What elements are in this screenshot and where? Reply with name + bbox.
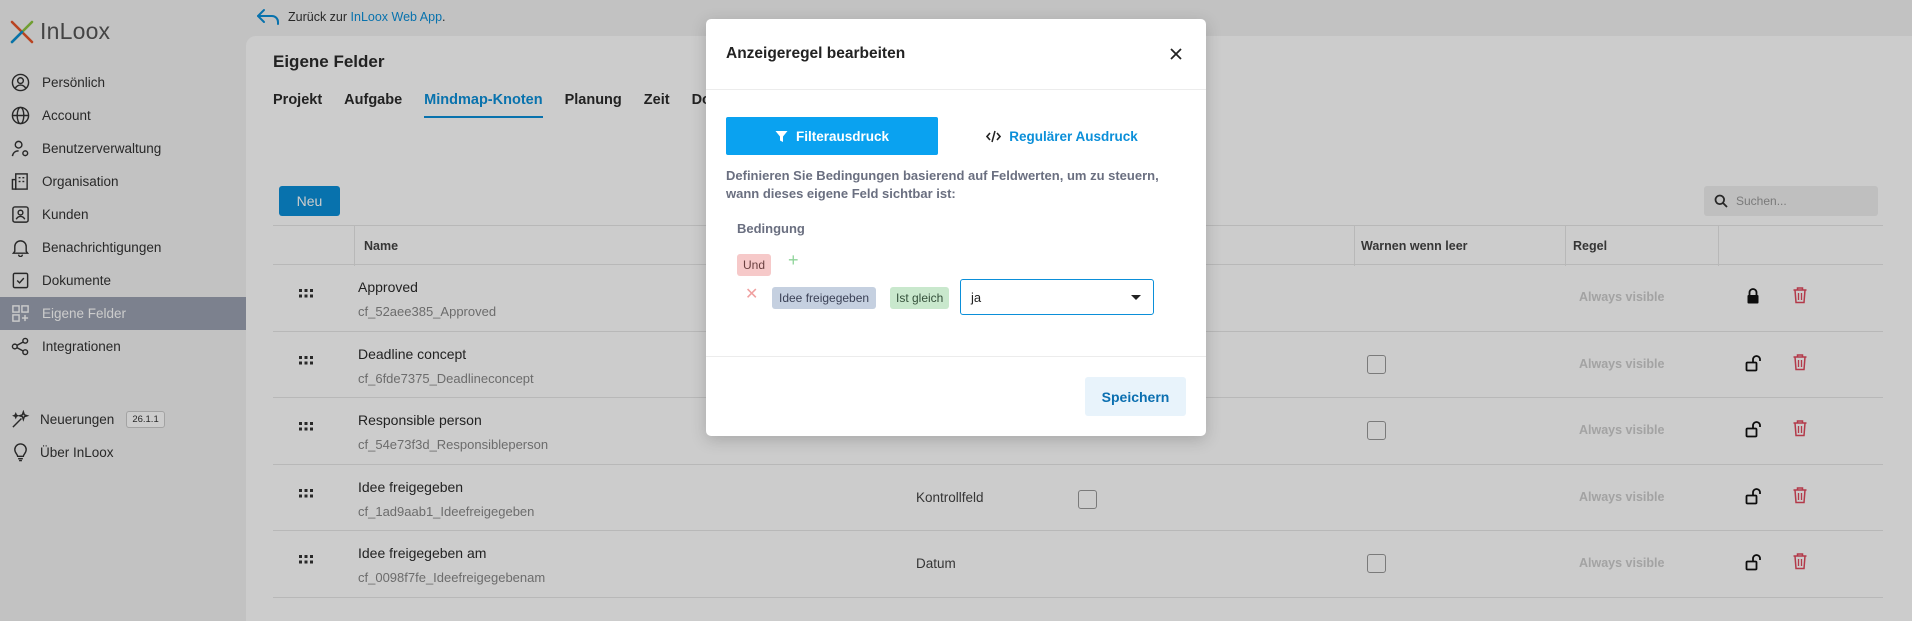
display-rule-dialog: Anzeigeregel bearbeiten Filterausdruck R… [706, 19, 1206, 436]
tab-filter-label: Filterausdruck [795, 128, 890, 144]
close-button[interactable] [1166, 44, 1186, 64]
divider [706, 356, 1206, 357]
condition-label: Bedingung [737, 221, 805, 236]
dialog-title: Anzeigeregel bearbeiten [726, 45, 906, 62]
group-operator-chip[interactable]: Und [737, 254, 772, 276]
remove-condition-icon[interactable]: ✕ [745, 284, 758, 304]
tab-filter-expression[interactable]: Filterausdruck [726, 117, 938, 155]
close-icon [1170, 48, 1182, 60]
condition-value-select[interactable]: ja [960, 279, 1154, 315]
dropdown-caret-icon [1131, 295, 1141, 300]
add-condition-icon[interactable]: + [788, 250, 799, 271]
dialog-description: Definieren Sie Bedingungen basierend auf… [726, 168, 1159, 201]
condition-field-chip[interactable]: Idee freigegeben [772, 287, 877, 309]
code-icon [986, 130, 1002, 142]
condition-value: ja [971, 289, 982, 305]
filter-icon [775, 130, 788, 142]
divider [706, 89, 1206, 90]
condition-operator-chip[interactable]: Ist gleich [890, 287, 950, 309]
tab-regular-expression[interactable]: Regulärer Ausdruck [938, 117, 1186, 155]
save-button[interactable]: Speichern [1085, 377, 1186, 416]
tab-regex-label: Regulärer Ausdruck [1009, 128, 1138, 144]
